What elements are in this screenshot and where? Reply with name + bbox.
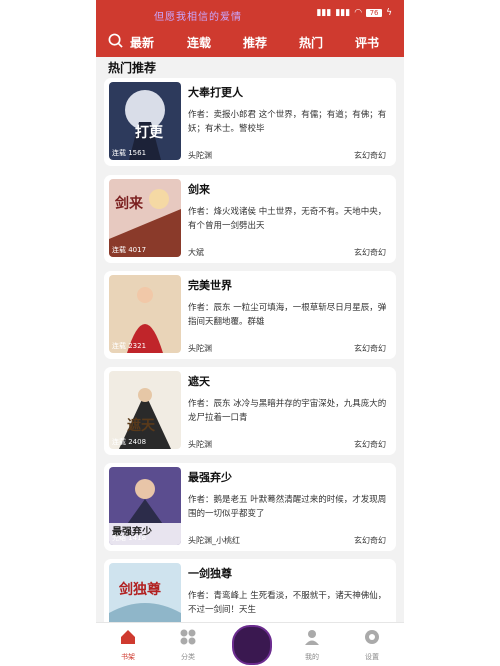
tab-serial[interactable]: 连载 [187, 34, 211, 51]
cover-label: 连载 4017 [112, 246, 147, 254]
book-title: 一剑独尊 [188, 567, 232, 580]
wifi-icon: ◠ [354, 8, 363, 18]
book-cover: 遮天 连载 2408 [109, 371, 181, 449]
bottom-nav-label: 我的 [305, 653, 319, 661]
status-icons: ▮▮▮ ▮▮▮ ◠ 76 ϟ [316, 8, 392, 18]
cover-label: 完结 1418 [112, 534, 147, 542]
book-genre: 玄幻奇幻 [354, 248, 386, 257]
bottom-nav-label: 书架 [121, 653, 135, 661]
book-desc: 作者：辰东 冰冷与黑暗并存的宇宙深处，九具庞大的龙尸拉着一口青 [188, 399, 387, 423]
book-title: 完美世界 [188, 279, 232, 292]
status-title: 但愿我相信的爱情 [154, 12, 242, 23]
book-genre: 玄幻奇幻 [354, 440, 386, 449]
bottom-nav-label: 设置 [365, 653, 379, 661]
book-desc: 作者：烽火戏诸侯 中土世界，无奇不有。天地中央，有个曾用一剑劈出天 [188, 207, 387, 231]
book-narrator: 头陀渊 [188, 344, 212, 353]
top-nav: 最新 连载 推荐 热门 评书 [96, 30, 404, 54]
cover-text: 打更 [135, 125, 163, 141]
book-title: 大奉打更人 [188, 86, 243, 99]
book-card[interactable]: 连载 2321 完美世界 作者：辰东 一粒尘可填海，一根草斩尽日月星辰，弹指间天… [104, 271, 396, 359]
bottom-nav-label: 分类 [181, 653, 195, 661]
cover-text: 剑来 [115, 196, 143, 212]
bottom-nav-settings[interactable]: 设置 [352, 628, 392, 662]
tab-storytelling[interactable]: 评书 [355, 34, 379, 51]
book-narrator: 头陀渊 [188, 440, 212, 449]
section-title: 热门推荐 [108, 61, 157, 75]
book-title: 遮天 [188, 375, 210, 388]
book-cover: 剑来 连载 4017 [109, 179, 181, 257]
book-card[interactable]: 剑来 连载 4017 剑来 作者：烽火戏诸侯 中土世界，无奇不有。天地中央，有个… [104, 175, 396, 263]
book-narrator: 大斌 [188, 248, 204, 257]
cover-label: 连载 2408 [112, 438, 147, 446]
top-bar: 但愿我相信的爱情 ▮▮▮ ▮▮▮ ◠ 76 ϟ 最新 连载 推荐 热门 评书 [96, 0, 404, 57]
phone-screen: 但愿我相信的爱情 ▮▮▮ ▮▮▮ ◠ 76 ϟ 最新 连载 推荐 热门 评书 热… [96, 0, 404, 666]
book-title: 剑来 [188, 183, 210, 196]
book-narrator: 头陀渊 [188, 151, 212, 160]
book-desc: 作者：鹅是老五 叶默蓦然清醒过来的时候，才发现周围的一切似乎都变了 [188, 495, 387, 519]
battery-icon: 76 [366, 9, 383, 17]
home-icon [121, 630, 135, 644]
book-card[interactable]: 打更 连载 1561 大奉打更人 作者：卖报小郎君 这个世界，有儒；有道；有佛；… [104, 78, 396, 166]
cover-label: 连载 1561 [112, 149, 147, 157]
book-desc: 作者：辰东 一粒尘可填海，一根草斩尽日月星辰，弹指间天翻地覆。群雄 [188, 303, 387, 327]
user-icon [305, 630, 319, 645]
charging-icon: ϟ [386, 8, 392, 18]
bottom-nav-bookshelf[interactable]: 书架 [108, 628, 148, 662]
book-genre: 玄幻奇幻 [354, 151, 386, 160]
cover-label: 连载 2321 [112, 342, 147, 350]
book-card[interactable]: 遮天 连载 2408 遮天 作者：辰东 冰冷与黑暗并存的宇宙深处，九具庞大的龙尸… [104, 367, 396, 455]
cover-text: 剑独尊 [119, 582, 161, 598]
signal-icon-2: ▮▮▮ [335, 8, 351, 18]
book-cover: 连载 2321 [109, 275, 181, 353]
book-cover: 打更 连载 1561 [109, 82, 181, 160]
tab-hot[interactable]: 热门 [299, 34, 323, 51]
bottom-nav-category[interactable]: 分类 [168, 628, 208, 662]
book-genre: 玄幻奇幻 [354, 344, 386, 353]
center-app-button[interactable] [232, 625, 272, 665]
book-narrator: 头陀渊_小桃红 [188, 536, 240, 545]
bottom-nav: 书架 分类 我的 设置 [96, 622, 404, 666]
tab-recommend[interactable]: 推荐 [243, 34, 267, 51]
book-cover: 最强弃少 完结 1418 [109, 467, 181, 545]
gear-icon [365, 630, 379, 644]
book-title: 最强弃少 [188, 471, 232, 484]
book-genre: 玄幻奇幻 [354, 536, 386, 545]
grid-icon [180, 629, 196, 645]
bottom-nav-mine[interactable]: 我的 [292, 628, 332, 662]
search-icon[interactable] [108, 33, 123, 48]
book-card[interactable]: 最强弃少 完结 1418 最强弃少 作者：鹅是老五 叶默蓦然清醒过来的时候，才发… [104, 463, 396, 551]
status-bar: 但愿我相信的爱情 ▮▮▮ ▮▮▮ ◠ 76 ϟ [96, 0, 404, 28]
cover-text: 遮天 [127, 418, 155, 434]
book-desc: 作者：青鸾峰上 生死看淡，不服就干，诸天神佛仙，不过一剑间！天生 [188, 591, 387, 615]
signal-icon: ▮▮▮ [316, 8, 332, 18]
tab-latest[interactable]: 最新 [130, 34, 154, 51]
book-desc: 作者：卖报小郎君 这个世界，有儒；有道；有佛；有妖；有术士。警校毕 [188, 110, 387, 134]
